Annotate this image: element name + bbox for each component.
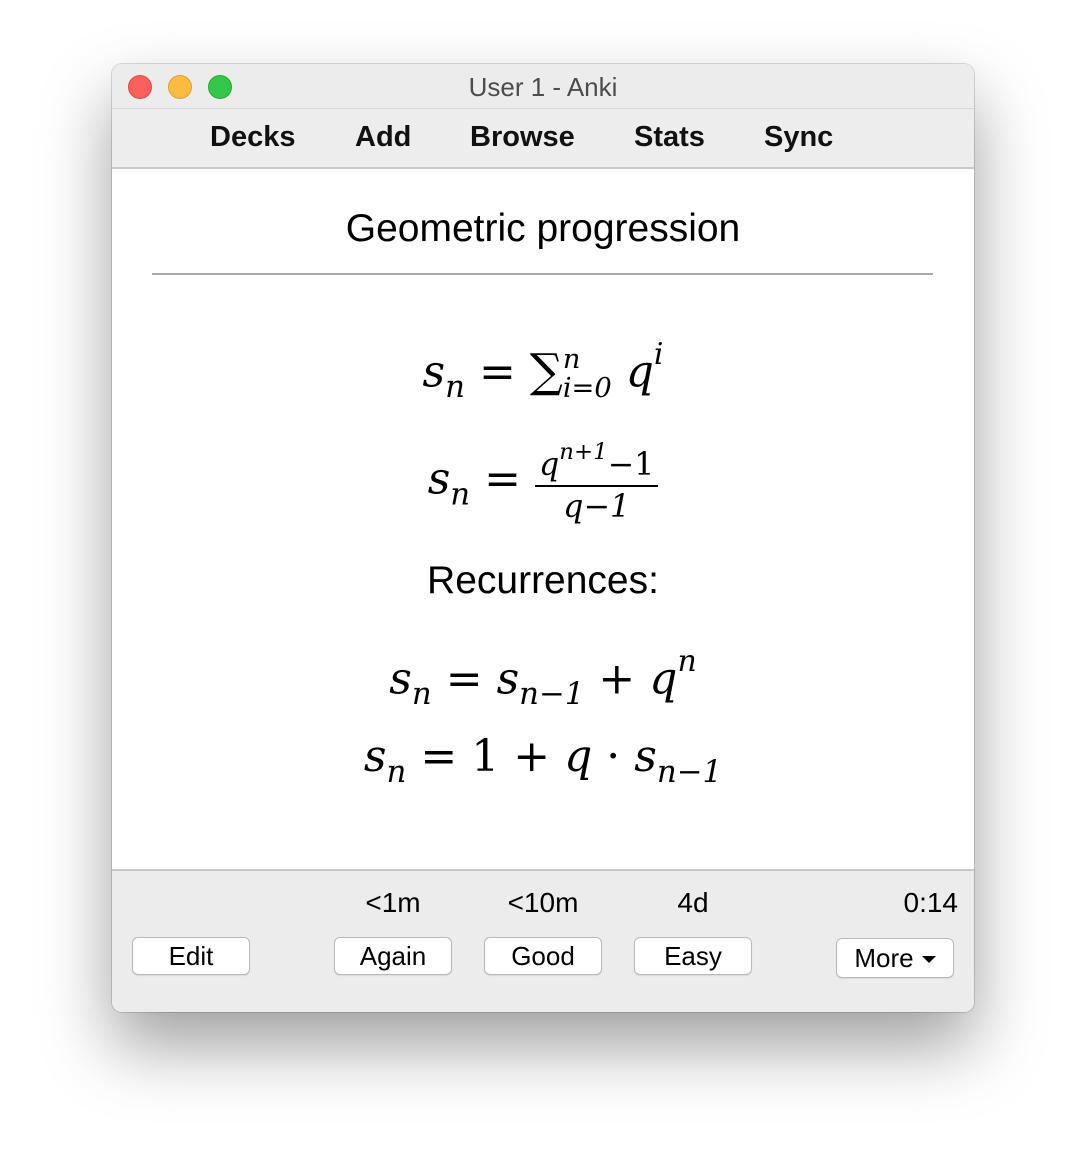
toolbar-stats[interactable]: Stats bbox=[634, 121, 705, 154]
easy-interval: 4d bbox=[677, 887, 709, 918]
toolbar-decks[interactable]: Decks bbox=[210, 121, 295, 154]
good-button[interactable]: Good bbox=[484, 937, 602, 975]
anki-window: User 1 - Anki Decks Add Browse Stats Syn… bbox=[112, 64, 974, 1012]
again-button[interactable]: Again bbox=[334, 937, 452, 975]
question-answer-divider bbox=[152, 273, 933, 275]
chevron-down-icon bbox=[921, 955, 936, 963]
toolbar-sync[interactable]: Sync bbox=[764, 121, 833, 154]
card-title: Geometric progression bbox=[345, 207, 741, 250]
card-content: Geometric progression sn = ∑ n i=0 qi sn =… bbox=[112, 169, 974, 869]
review-timer: 0:14 bbox=[903, 887, 959, 918]
toolbar-browse[interactable]: Browse bbox=[470, 121, 575, 154]
formula-recurrence-1: sn = sn−1 + qn bbox=[389, 644, 697, 713]
formula-closed-form: sn = qn+1−1 q−1 bbox=[112, 439, 974, 525]
good-interval: <10m bbox=[507, 887, 579, 918]
again-interval: <1m bbox=[365, 887, 421, 918]
fraction: qn+1−1 q−1 bbox=[535, 439, 659, 525]
formula-recurrence-2: sn = 1 + q · sn−1 bbox=[363, 731, 723, 790]
title-bar[interactable]: User 1 - Anki bbox=[112, 64, 974, 109]
answer-bar: <1m <10m 4d 0:14 Edit Again Good Easy Mo… bbox=[112, 869, 974, 1012]
main-toolbar: Decks Add Browse Stats Sync bbox=[112, 109, 974, 169]
toolbar-add[interactable]: Add bbox=[355, 121, 411, 154]
more-button[interactable]: More bbox=[836, 938, 954, 978]
more-button-label: More bbox=[854, 943, 914, 973]
window-title: User 1 - Anki bbox=[468, 72, 618, 102]
formula-sum: sn = ∑ n i=0 qi bbox=[422, 337, 664, 406]
edit-button[interactable]: Edit bbox=[132, 937, 250, 975]
easy-button[interactable]: Easy bbox=[634, 937, 752, 975]
recurrences-label: Recurrences: bbox=[427, 559, 659, 602]
